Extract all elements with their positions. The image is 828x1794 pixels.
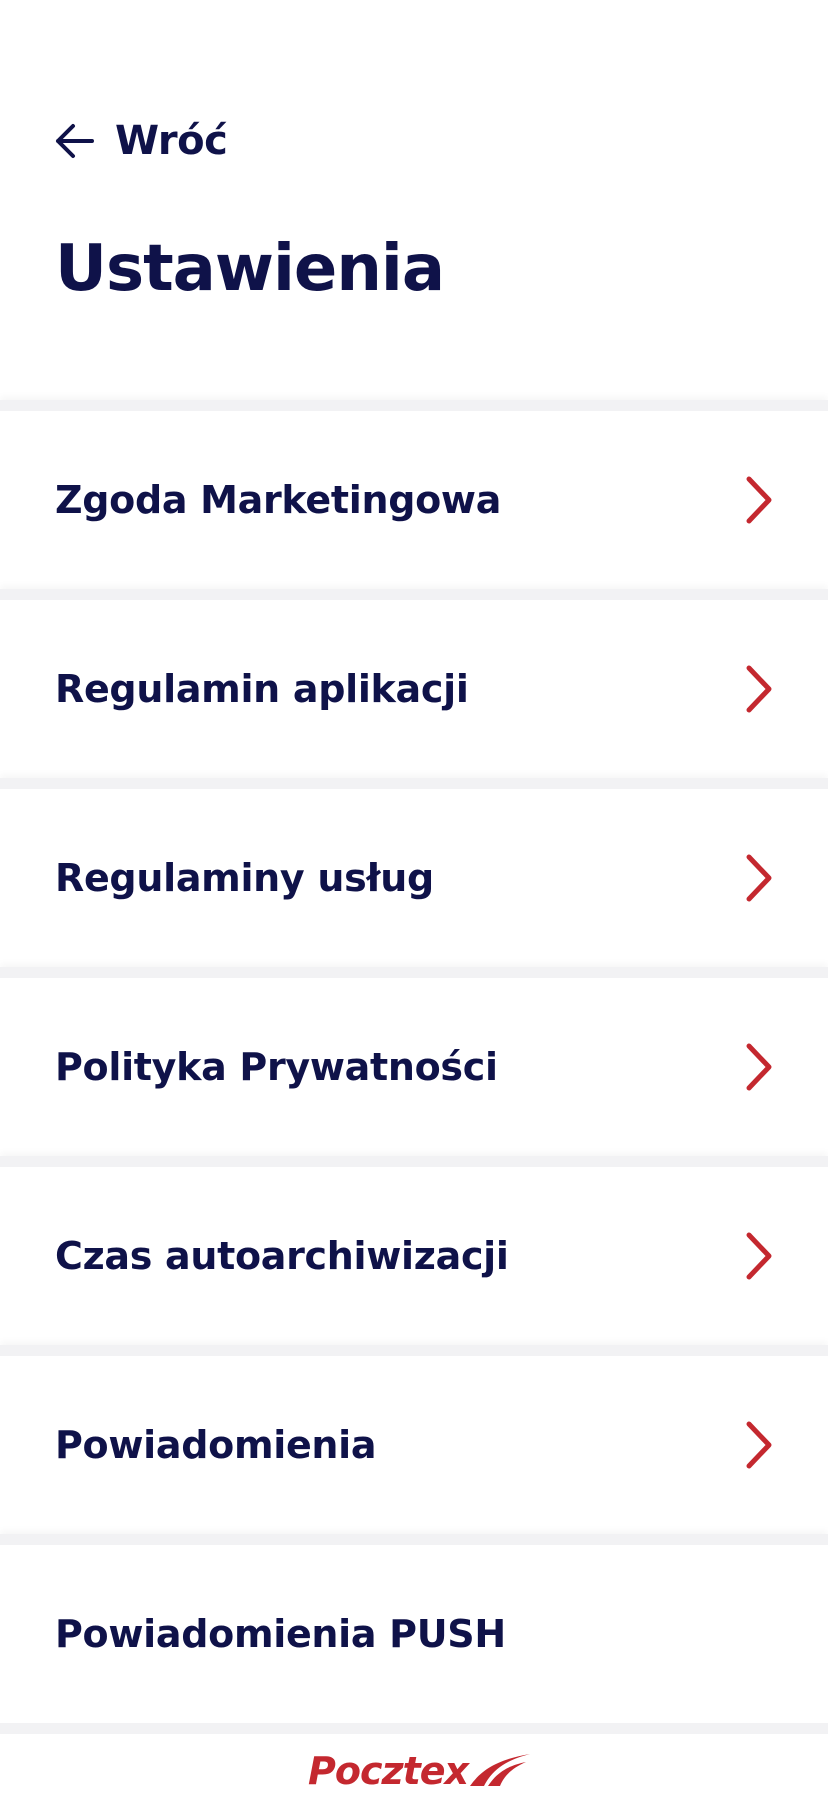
- menu-item-czas-autoarchiwizacji[interactable]: Czas autoarchiwizacji: [0, 1156, 828, 1345]
- menu-item-label: Polityka Prywatności: [55, 1045, 498, 1089]
- chevron-right-icon: [746, 476, 772, 524]
- logo-text: Pocztex: [308, 1749, 469, 1793]
- menu-item-label: Powiadomienia: [55, 1423, 377, 1467]
- page-title: Ustawienia: [55, 232, 445, 306]
- pocztex-wing-icon: [470, 1754, 531, 1786]
- chevron-right-icon: [746, 854, 772, 902]
- chevron-right-icon: [746, 1232, 772, 1280]
- chevron-right-icon: [746, 1421, 772, 1469]
- menu-item-label: Czas autoarchiwizacji: [55, 1234, 509, 1278]
- pocztex-logo: Pocztex: [308, 1748, 532, 1794]
- menu-item-label: Powiadomienia PUSH: [55, 1612, 506, 1656]
- menu-item-powiadomienia-push[interactable]: Powiadomienia PUSH: [0, 1534, 828, 1734]
- settings-menu: Zgoda Marketingowa Regulamin aplikacji R…: [0, 400, 828, 1734]
- back-button[interactable]: Wróć: [55, 116, 228, 166]
- menu-item-powiadomienia[interactable]: Powiadomienia: [0, 1345, 828, 1534]
- menu-item-polityka-prywatnosci[interactable]: Polityka Prywatności: [0, 967, 828, 1156]
- menu-item-label: Zgoda Marketingowa: [55, 478, 502, 522]
- chevron-right-icon: [746, 665, 772, 713]
- arrow-left-icon: [55, 123, 95, 159]
- back-label: Wróć: [115, 118, 228, 164]
- menu-item-regulaminy-uslug[interactable]: Regulaminy usług: [0, 778, 828, 967]
- menu-item-regulamin-aplikacji[interactable]: Regulamin aplikacji: [0, 589, 828, 778]
- menu-item-label: Regulamin aplikacji: [55, 667, 469, 711]
- chevron-right-icon: [746, 1043, 772, 1091]
- menu-item-zgoda-marketingowa[interactable]: Zgoda Marketingowa: [0, 400, 828, 589]
- menu-item-label: Regulaminy usług: [55, 856, 434, 900]
